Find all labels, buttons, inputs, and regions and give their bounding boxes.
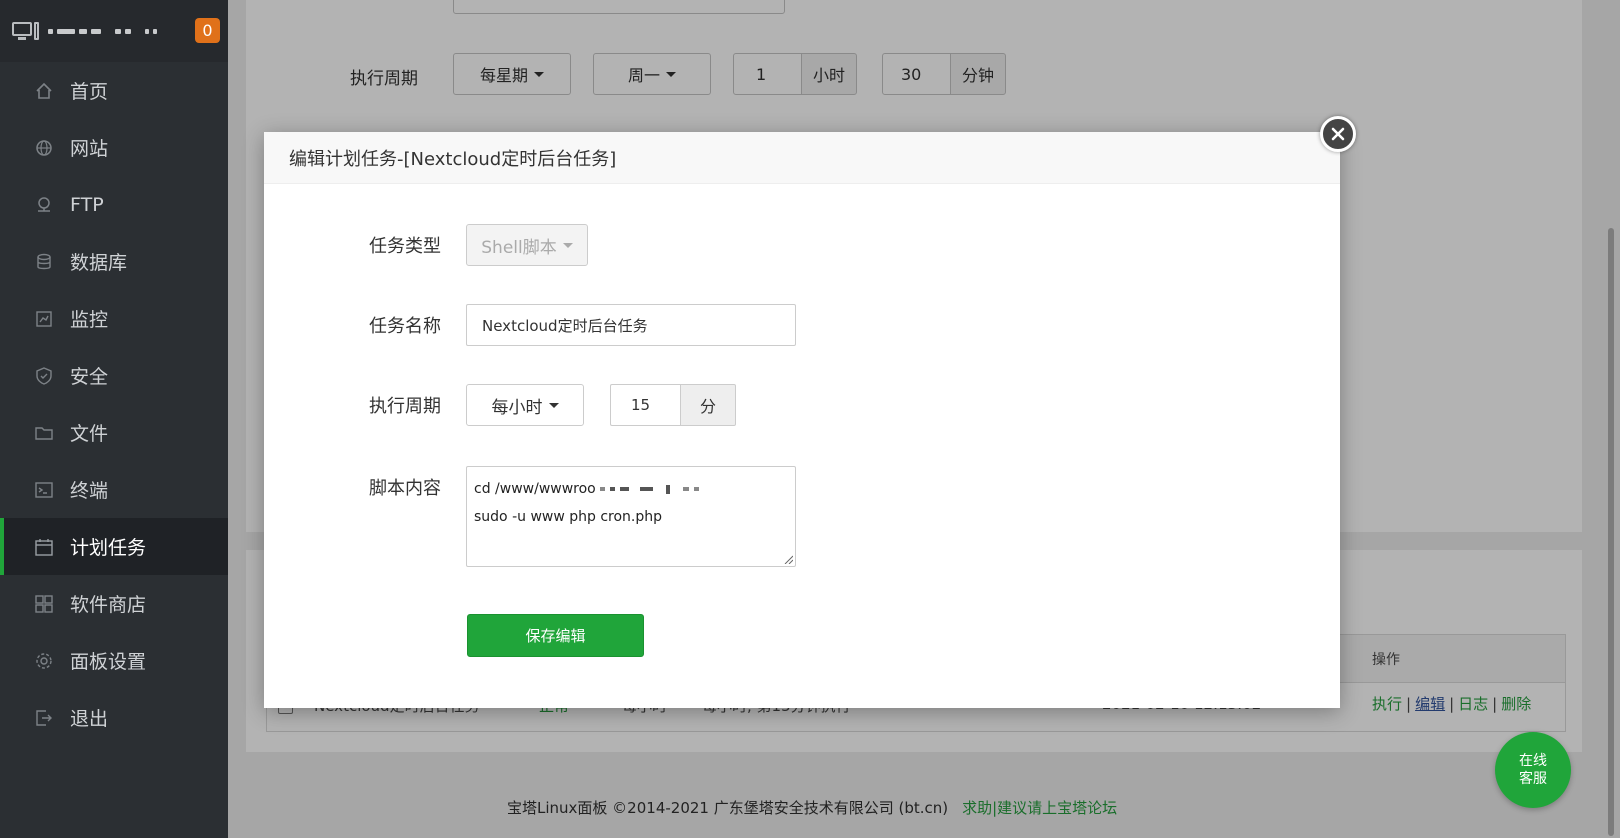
sidebar-item-label: 数据库	[70, 252, 128, 274]
calendar-icon	[34, 537, 54, 557]
close-dialog-button[interactable]	[1320, 116, 1356, 152]
scrollbar-thumb[interactable]	[1608, 228, 1614, 836]
bg-minute-input[interactable]: 30	[882, 53, 951, 95]
execute-link[interactable]: 执行	[1372, 695, 1402, 713]
resize-grip-icon[interactable]	[783, 554, 793, 564]
bg-period-label: 执行周期	[350, 69, 418, 89]
sidebar-item-files[interactable]: 文件	[0, 404, 228, 461]
bg-weekday-select[interactable]: 周一	[593, 53, 711, 95]
notification-badge[interactable]: 0	[195, 18, 220, 43]
sidebar: 0 首页 网站 FTP 数据库 监控 安全 文件 终端 计划任务 软件商店 面板…	[0, 0, 228, 838]
grid-apps-icon	[34, 594, 54, 614]
sidebar-item-label: 监控	[70, 309, 109, 331]
forum-help-link[interactable]: 求助|建议请上宝塔论坛	[962, 799, 1117, 817]
edit-link[interactable]: 编辑	[1415, 695, 1445, 713]
script-line: cd /www/wwwroo	[474, 475, 788, 503]
online-service-button[interactable]: 在线 客服	[1495, 732, 1571, 808]
masked-path	[599, 484, 699, 494]
monitor-chart-icon	[34, 309, 54, 329]
shield-icon	[34, 366, 54, 386]
script-textarea[interactable]: cd /www/wwwroo sudo -u www php cron.php	[466, 466, 796, 567]
edit-task-dialog: 编辑计划任务-[Nextcloud定时后台任务] 任务类型 Shell脚本 任务…	[264, 132, 1340, 708]
ftp-icon	[34, 195, 54, 215]
sidebar-item-settings[interactable]: 面板设置	[0, 632, 228, 689]
minute-input[interactable]: 15	[610, 384, 680, 426]
period-select[interactable]: 每小时	[466, 384, 584, 426]
sidebar-item-label: 计划任务	[70, 537, 147, 559]
terminal-icon	[34, 480, 54, 500]
script-label: 脚本内容	[369, 478, 441, 499]
sidebar-item-label: 网站	[70, 138, 109, 160]
sidebar-item-label: 退出	[70, 708, 109, 730]
sidebar-item-label: FTP	[70, 193, 104, 216]
task-name-label: 任务名称	[369, 316, 441, 337]
sidebar-item-website[interactable]: 网站	[0, 119, 228, 176]
folder-icon	[34, 423, 54, 443]
task-type-label: 任务类型	[369, 236, 441, 257]
database-icon	[34, 252, 54, 272]
masked-hostname	[48, 28, 157, 34]
sidebar-item-home[interactable]: 首页	[0, 62, 228, 119]
server-monitor-icon	[12, 20, 40, 42]
delete-link[interactable]: 删除	[1501, 695, 1531, 713]
sidebar-item-monitor[interactable]: 监控	[0, 290, 228, 347]
sidebar-item-store[interactable]: 软件商店	[0, 575, 228, 632]
sidebar-item-label: 文件	[70, 423, 109, 445]
sidebar-item-security[interactable]: 安全	[0, 347, 228, 404]
footer-text: 宝塔Linux面板 ©2014-2021 广东堡塔安全技术有限公司 (bt.cn…	[507, 797, 1117, 818]
sidebar-item-terminal[interactable]: 终端	[0, 461, 228, 518]
copyright-text: 宝塔Linux面板 ©2014-2021 广东堡塔安全技术有限公司 (bt.cn…	[507, 799, 949, 817]
bg-period-select[interactable]: 每星期	[453, 53, 571, 95]
sidebar-item-logout[interactable]: 退出	[0, 689, 228, 746]
sidebar-item-label: 终端	[70, 480, 109, 502]
globe-icon	[34, 138, 54, 158]
logout-icon	[34, 708, 54, 728]
sidebar-item-label: 软件商店	[70, 594, 147, 616]
sidebar-item-label: 首页	[70, 81, 109, 103]
row-operations: 执行 | 编辑 | 日志 | 删除	[1372, 695, 1532, 713]
ops-column-header: 操作	[1372, 652, 1400, 668]
bg-hour-unit: 小时	[801, 53, 857, 95]
dialog-title: 编辑计划任务-[Nextcloud定时后台任务]	[264, 132, 1340, 184]
close-icon	[1331, 127, 1345, 141]
sidebar-item-label: 面板设置	[70, 651, 147, 673]
gear-icon	[34, 651, 54, 671]
sidebar-item-ftp[interactable]: FTP	[0, 176, 228, 233]
bg-hour-input[interactable]: 1	[733, 53, 802, 95]
sidebar-menu: 首页 网站 FTP 数据库 监控 安全 文件 终端 计划任务 软件商店 面板设置…	[0, 62, 228, 746]
footer: 宝塔Linux面板 ©2014-2021 广东堡塔安全技术有限公司 (bt.cn…	[228, 775, 1620, 838]
page-scrollbar[interactable]	[1602, 0, 1620, 838]
task-name-input[interactable]: Nextcloud定时后台任务	[466, 304, 796, 346]
minute-unit: 分	[680, 384, 736, 426]
sidebar-header: 0	[0, 0, 228, 62]
period-label: 执行周期	[369, 396, 441, 417]
bg-minute-unit: 分钟	[950, 53, 1006, 95]
script-line: sudo -u www php cron.php	[474, 509, 663, 525]
save-edit-button[interactable]: 保存编辑	[467, 614, 644, 657]
sidebar-item-cron[interactable]: 计划任务	[0, 518, 228, 575]
log-link[interactable]: 日志	[1458, 695, 1488, 713]
sidebar-item-label: 安全	[70, 366, 109, 388]
sidebar-item-database[interactable]: 数据库	[0, 233, 228, 290]
home-icon	[34, 81, 54, 101]
bg-task-name-input[interactable]	[453, 0, 785, 14]
task-type-select: Shell脚本	[466, 224, 588, 266]
